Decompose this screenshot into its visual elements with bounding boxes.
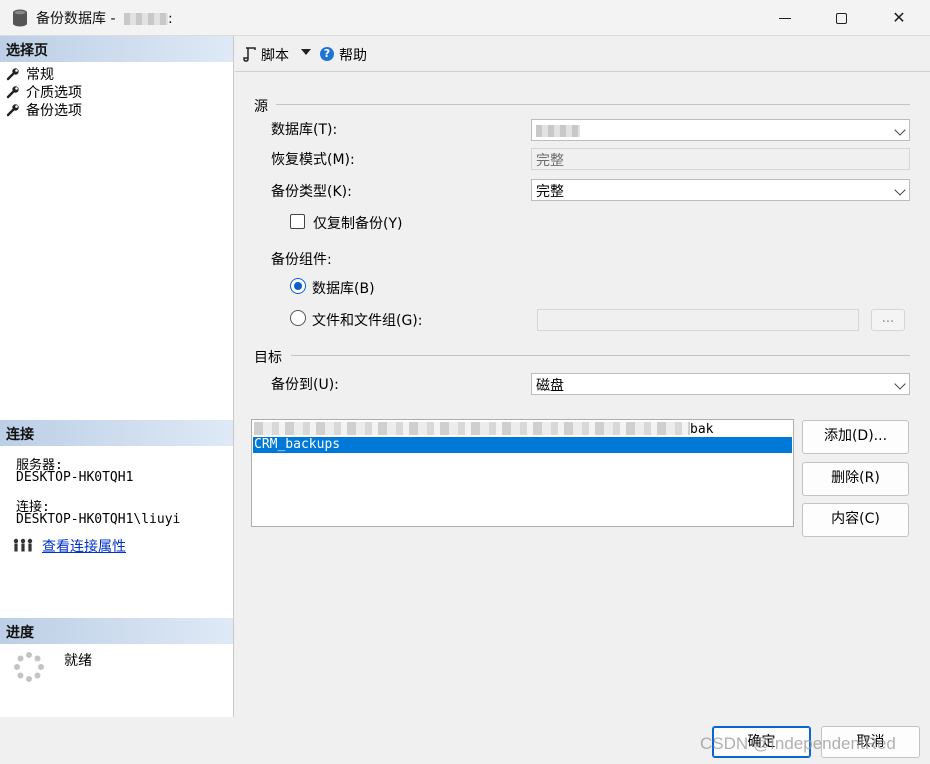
filegroup-field — [537, 309, 859, 331]
progress-status: 就绪 — [64, 653, 92, 669]
browse-button[interactable]: ... — [871, 309, 905, 331]
wrench-icon — [6, 104, 19, 117]
sidebar-item-media-options[interactable]: 介质选项 — [6, 82, 82, 101]
view-connection-properties-link[interactable]: 查看连接属性 — [42, 536, 126, 556]
component-database-label: 数据库(B) — [312, 281, 375, 297]
connection-header: 连接 — [0, 420, 233, 446]
close-icon: ✕ — [892, 8, 906, 27]
left-pane: 选择页 常规 介质选项 备份选项 连接 服务器: DESKTOP-HK0TQH1… — [0, 36, 234, 717]
database-icon — [13, 9, 27, 27]
backup-to-label: 备份到(U): — [271, 377, 339, 393]
wrench-icon — [6, 86, 19, 99]
connection-value: DESKTOP-HK0TQH1\liuyi — [16, 512, 181, 527]
script-dropdown-arrow-icon[interactable] — [301, 49, 311, 55]
add-destination-button[interactable]: 添加(D)... — [802, 420, 909, 454]
help-button[interactable]: 帮助 — [339, 45, 367, 65]
close-button[interactable]: ✕ — [870, 0, 928, 36]
watermark: CSDN @IndependentRed — [700, 734, 896, 753]
chevron-down-icon — [894, 124, 906, 136]
select-page-header: 选择页 — [0, 36, 233, 62]
sidebar-item-label: 常规 — [26, 67, 54, 83]
database-select[interactable] — [531, 119, 910, 141]
recovery-model-field: 完整 — [531, 148, 910, 170]
progress-header: 进度 — [0, 618, 233, 644]
server-value: DESKTOP-HK0TQH1 — [16, 470, 134, 485]
sidebar-item-backup-options[interactable]: 备份选项 — [6, 100, 82, 119]
component-files-label: 文件和文件组(G): — [312, 313, 423, 329]
progress-spinner-icon — [14, 652, 44, 682]
list-item-selected[interactable]: CRM_backups — [253, 437, 792, 453]
copy-only-label: 仅复制备份(Y) — [313, 216, 403, 232]
remove-destination-button[interactable]: 删除(R) — [802, 462, 909, 496]
maximize-button[interactable] — [812, 0, 870, 36]
source-divider — [276, 104, 910, 105]
backup-type-select[interactable]: 完整 — [531, 179, 910, 201]
chevron-down-icon — [894, 378, 906, 390]
title-bar: 备份数据库 - : ✕ — [0, 0, 930, 36]
destination-list[interactable]: bak CRM_backups — [251, 419, 794, 527]
maximize-icon — [835, 13, 847, 24]
destination-divider — [291, 355, 910, 356]
backup-type-label: 备份类型(K): — [271, 184, 352, 200]
component-files-radio[interactable] — [290, 310, 306, 326]
minimize-button[interactable] — [756, 0, 814, 36]
redacted-database-name — [536, 125, 580, 137]
toolbar: 脚本 ? 帮助 — [235, 36, 930, 72]
contents-button[interactable]: 内容(C) — [802, 503, 909, 537]
window-title: 备份数据库 - : — [36, 11, 173, 27]
script-button[interactable]: 脚本 — [261, 45, 289, 65]
redacted-name — [123, 13, 168, 25]
sidebar-item-general[interactable]: 常规 — [6, 64, 54, 83]
backup-to-select[interactable]: 磁盘 — [531, 373, 910, 395]
wrench-icon — [6, 68, 19, 81]
connection-properties-icon — [13, 538, 33, 552]
sidebar-item-label: 备份选项 — [26, 103, 82, 119]
source-group-title: 源 — [254, 99, 268, 115]
destination-group-title: 目标 — [254, 350, 282, 366]
database-label: 数据库(T): — [271, 122, 338, 138]
redacted-path — [254, 422, 690, 435]
backup-component-label: 备份组件: — [271, 252, 332, 268]
minimize-icon — [779, 18, 791, 19]
script-icon — [243, 47, 256, 62]
sidebar-item-label: 介质选项 — [26, 85, 82, 101]
copy-only-checkbox[interactable] — [290, 214, 305, 229]
help-icon[interactable]: ? — [320, 47, 334, 61]
list-item[interactable]: bak — [254, 422, 713, 438]
component-database-radio[interactable] — [290, 278, 306, 294]
chevron-down-icon — [894, 184, 906, 196]
recovery-model-label: 恢复模式(M): — [271, 152, 355, 168]
